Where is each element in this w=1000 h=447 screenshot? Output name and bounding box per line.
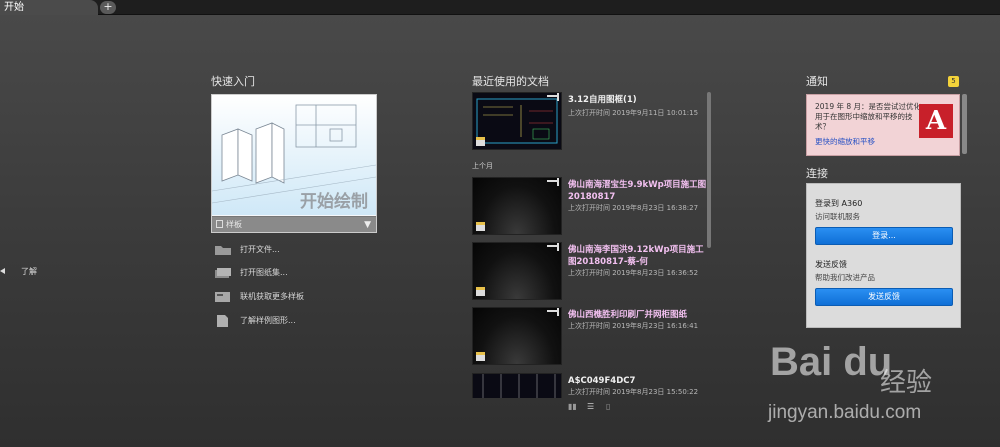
recent-doc-item[interactable]: 佛山南海李国洪9.12kWp项目施工图20180817-蔡-何 上次打开时间 2… xyxy=(470,242,704,302)
start-drawing-label: 开始绘制 xyxy=(300,192,368,212)
learn-label: 了解 xyxy=(21,267,37,276)
doc-title: 佛山西樵胜利印刷厂并网柜图纸 xyxy=(568,310,688,320)
a360-subtext: 访问联机服务 xyxy=(815,212,860,221)
a360-heading: 登录到 A360 xyxy=(815,199,863,208)
list-view-button[interactable]: ▯ xyxy=(606,402,610,411)
notification-link[interactable]: 更快的缩放和平移 xyxy=(815,136,875,147)
add-tab-button[interactable]: + xyxy=(100,1,116,14)
autocad-logo-icon: A xyxy=(919,104,953,138)
template-dropdown[interactable]: 样板 ▼ xyxy=(212,216,376,232)
baidu-watermark-logo: Bai du xyxy=(770,340,893,384)
recent-doc-item[interactable]: 佛山西樵胜利印刷厂并网柜图纸 上次打开时间 2019年8月23日 16:16:4… xyxy=(470,307,700,367)
folder-icon xyxy=(215,245,231,255)
small-icons-view-button[interactable]: ☰ xyxy=(587,402,594,411)
recent-doc-item[interactable]: 3.12自用图框(1) 上次打开时间 2019年9月11日 10:01:15 xyxy=(470,92,700,152)
notification-count-badge: 5 xyxy=(948,76,959,87)
doc-last-opened: 上次打开时间 2019年8月23日 16:16:41 xyxy=(568,322,699,330)
open-file-label: 打开文件... xyxy=(240,245,280,254)
pin-icon[interactable] xyxy=(547,308,559,316)
learn-panel-toggle[interactable]: 了解 xyxy=(0,266,37,277)
doc-title: 佛山南海李国洪9.12kWp项目施工图20180817-蔡-何 xyxy=(568,245,704,267)
doc-last-opened: 上次打开时间 2019年9月11日 10:01:15 xyxy=(568,109,699,117)
feedback-subtext: 帮助我们改进产品 xyxy=(815,273,875,282)
doc-last-opened: 上次打开时间 2019年8月23日 15:50:22 xyxy=(568,388,699,396)
baidu-watermark-url: jingyan.baidu.com xyxy=(768,402,922,423)
recent-doc-item[interactable]: A$C049F4DC7 上次打开时间 2019年8月23日 15:50:22 xyxy=(470,373,700,398)
doc-last-opened: 上次打开时间 2019年8月23日 16:38:27 xyxy=(568,204,699,212)
dwg-file-icon xyxy=(476,137,485,146)
notification-scrollbar[interactable] xyxy=(962,94,967,154)
group-label-last-month: 上个月 xyxy=(472,162,493,170)
template-icon xyxy=(216,220,223,228)
doc-title: 3.12自用图框(1) xyxy=(568,95,637,105)
baidu-watermark-text: 经验 xyxy=(880,368,933,398)
online-templates-link[interactable]: 联机获取更多样板 xyxy=(214,290,304,304)
notification-card[interactable]: 2019 年 8 月：是否尝试过优化用于在图形中缩放和平移的技术？ 更快的缩放和… xyxy=(806,94,960,156)
notifications-title: 通知 xyxy=(806,75,828,88)
recent-list-scrollbar[interactable] xyxy=(707,92,711,248)
doc-title: A$C049F4DC7 xyxy=(568,376,636,386)
feedback-heading: 发送反馈 xyxy=(815,260,847,269)
send-feedback-button[interactable]: 发送反馈 xyxy=(815,288,953,306)
sample-drawings-icon xyxy=(217,314,228,327)
recent-doc-item[interactable]: 佛山南海溍宝生9.9kWp项目施工图20180817 上次打开时间 2019年8… xyxy=(470,177,706,237)
start-drawing-card[interactable]: 开始绘制 样板 ▼ xyxy=(211,94,377,233)
drawing-thumbnail xyxy=(472,307,562,365)
online-templates-label: 联机获取更多样板 xyxy=(240,292,304,301)
pin-icon[interactable] xyxy=(547,243,559,251)
tab-start[interactable]: 开始 xyxy=(0,0,98,15)
chevron-left-icon xyxy=(0,268,5,274)
pin-icon[interactable] xyxy=(547,93,559,101)
dwg-file-icon xyxy=(476,287,485,296)
sample-drawings-label: 了解样例图形... xyxy=(240,316,296,325)
recent-documents-title: 最近使用的文档 xyxy=(472,75,549,88)
open-sheet-set-label: 打开图纸集... xyxy=(240,268,288,277)
connect-title: 连接 xyxy=(806,167,828,180)
pin-icon[interactable] xyxy=(547,178,559,186)
sample-drawings-link[interactable]: 了解样例图形... xyxy=(214,314,296,328)
quick-start-title: 快速入门 xyxy=(211,75,255,88)
chevron-down-icon: ▼ xyxy=(364,220,371,230)
doc-title: 佛山南海溍宝生9.9kWp项目施工图20180817 xyxy=(568,180,707,202)
dwg-file-icon xyxy=(476,222,485,231)
dwg-file-icon xyxy=(476,352,485,361)
notification-text: 2019 年 8 月：是否尝试过优化用于在图形中缩放和平移的技术？ xyxy=(815,102,922,131)
large-icons-view-button[interactable]: ▮▮ xyxy=(568,402,577,411)
connect-panel: 登录到 A360 访问联机服务 登录... 发送反馈 帮助我们改进产品 发送反馈 xyxy=(806,183,961,328)
drawing-thumbnail xyxy=(472,242,562,300)
tab-bar: 开始 + xyxy=(0,0,1000,15)
drawing-thumbnail xyxy=(472,177,562,235)
online-templates-icon xyxy=(215,291,230,302)
drawing-thumbnail xyxy=(472,373,562,398)
recent-documents-list: 3.12自用图框(1) 上次打开时间 2019年9月11日 10:01:15 佛… xyxy=(470,92,710,398)
login-button[interactable]: 登录... xyxy=(815,227,953,245)
drawing-thumbnail xyxy=(472,92,562,150)
open-sheet-set-link[interactable]: 打开图纸集... xyxy=(214,266,288,280)
doc-last-opened: 上次打开时间 2019年8月23日 16:36:52 xyxy=(568,269,699,277)
template-label: 样板 xyxy=(226,220,242,229)
open-file-link[interactable]: 打开文件... xyxy=(214,243,280,257)
sheet-set-icon xyxy=(215,267,231,278)
